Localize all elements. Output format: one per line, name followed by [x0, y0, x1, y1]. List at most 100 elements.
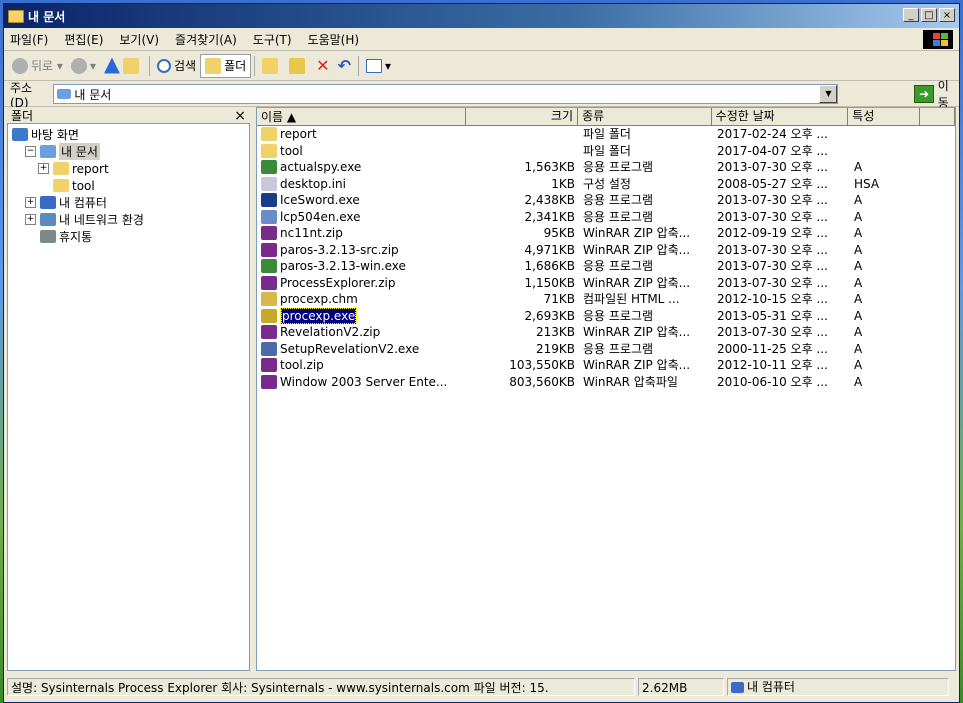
menu-view[interactable]: 보기(V) — [111, 31, 167, 48]
toolbar-separator — [148, 55, 150, 76]
search-button[interactable]: 검색 — [153, 54, 200, 78]
tree-item[interactable]: + 내 컴퓨터 — [12, 194, 144, 211]
tree-item[interactable]: 바탕 화면 — [12, 126, 144, 143]
file-row[interactable]: procexp.exe 2,693KB 응용 프로그램 2013-05-31 오후 .… — [257, 307, 955, 324]
forward-button[interactable]: ▾ — [67, 54, 100, 78]
status-location: 내 컴퓨터 — [727, 678, 949, 696]
file-row[interactable]: ProcessExplorer.zip 1,150KB WinRAR ZIP 압축.… — [257, 275, 955, 292]
file-name-cell[interactable]: procexp.chm — [257, 291, 467, 308]
file-name-cell[interactable]: paros-3.2.13-win.exe — [257, 258, 467, 275]
address-input[interactable]: 내 문서 ▼ — [53, 84, 839, 104]
column-date[interactable]: 수정한 날짜 — [712, 108, 849, 125]
computer-icon — [731, 681, 744, 693]
file-name-cell[interactable]: nc11nt.zip — [257, 225, 467, 242]
move-to-button[interactable] — [258, 54, 285, 78]
go-button[interactable]: ➜ 이동 — [914, 77, 959, 111]
tree-item[interactable]: 휴지통 — [12, 228, 144, 245]
file-row[interactable]: procexp.chm 71KB 컴파일된 HTML ... 2012-10-15 오… — [257, 291, 955, 308]
column-name[interactable]: 이름 ▲ — [257, 108, 467, 125]
folders-button[interactable]: 폴더 — [200, 53, 252, 78]
file-type: 응용 프로그램 — [583, 341, 654, 356]
file-date: 2010-06-10 오후 ... — [717, 374, 828, 389]
file-size: 1,150KB — [524, 275, 575, 290]
tree-item-label: tool — [72, 178, 95, 193]
tree-expander-icon[interactable]: + — [25, 197, 36, 208]
views-button[interactable]: ▾ — [362, 54, 395, 78]
copy-to-button[interactable] — [285, 54, 312, 78]
tree-expander-icon[interactable]: − — [25, 146, 36, 157]
tree-expander-icon[interactable]: + — [25, 214, 36, 225]
menu-edit[interactable]: 편집(E) — [56, 31, 111, 48]
column-size[interactable]: 크기 — [466, 108, 579, 125]
title-bar[interactable]: 내 문서 _ □ × — [4, 4, 959, 28]
go-arrow-icon: ➜ — [914, 85, 934, 103]
status-description: 설명: Sysinternals Process Explorer 회사: Sy… — [7, 678, 635, 696]
folder-icon — [261, 143, 277, 158]
tree-item-label: 휴지통 — [59, 230, 93, 244]
file-attributes: HSA — [854, 176, 880, 191]
address-dropdown-button[interactable]: ▼ — [819, 85, 838, 103]
tree-item[interactable]: + 내 네트워크 환경 — [12, 211, 144, 228]
file-row[interactable]: tool.zip 103,550KB WinRAR ZIP 압축... 2012-10… — [257, 357, 955, 374]
file-row[interactable]: nc11nt.zip 95KB WinRAR ZIP 압축... 2012-09-19… — [257, 225, 955, 242]
minimize-button[interactable]: _ — [903, 8, 919, 22]
file-name: SetupRevelationV2.exe — [280, 341, 420, 356]
file-type: 컴파일된 HTML ... — [583, 292, 680, 306]
file-name-cell[interactable]: tool.zip — [257, 357, 467, 374]
file-row[interactable]: IceSword.exe 2,438KB 응용 프로그램 2013-07-30 오후 … — [257, 192, 955, 209]
file-size: 2,693KB — [524, 308, 575, 323]
file-row[interactable]: lcp504en.exe 2,341KB 응용 프로그램 2013-07-30 오후 … — [257, 209, 955, 226]
tree-item[interactable]: − 내 문서 — [12, 143, 144, 160]
status-size: 2.62MB — [638, 678, 724, 696]
file-row[interactable]: RevelationV2.zip 213KB WinRAR ZIP 압축... 201… — [257, 324, 955, 341]
menu-help[interactable]: 도움말(H) — [300, 31, 368, 48]
file-row[interactable]: paros-3.2.13-win.exe 1,686KB 응용 프로그램 2013-0… — [257, 258, 955, 275]
file-row[interactable]: actualspy.exe 1,563KB 응용 프로그램 2013-07-30 오후… — [257, 159, 955, 176]
tree-item[interactable]: tool — [12, 177, 144, 194]
undo-button[interactable]: ↶ — [334, 54, 355, 78]
file-attributes: A — [854, 358, 863, 372]
folders-icon — [205, 57, 222, 74]
file-row[interactable]: paros-3.2.13-src.zip 4,971KB WinRAR ZIP 압축… — [257, 242, 955, 259]
file-name-cell[interactable]: ProcessExplorer.zip — [257, 275, 467, 292]
file-row[interactable]: tool 파일 폴더 2017-04-07 오후 ... — [257, 143, 955, 160]
delete-button[interactable]: ✕ — [312, 54, 333, 78]
file-row[interactable]: desktop.ini 1KB 구성 설정 2008-05-27 오후 ... HSA — [257, 176, 955, 193]
file-name-cell[interactable]: IceSword.exe — [257, 192, 467, 209]
winrar-icon — [261, 374, 277, 389]
file-row[interactable]: report 파일 폴더 2017-02-24 오후 ... — [257, 126, 955, 143]
menu-file[interactable]: 파일(F) — [4, 31, 56, 48]
tree-item[interactable]: + report — [12, 160, 144, 177]
file-name-cell[interactable]: Window 2003 Server Ente... — [257, 374, 467, 391]
file-attributes: A — [854, 209, 863, 224]
tree-expander-icon[interactable]: + — [38, 163, 49, 174]
column-attributes[interactable]: 특성 — [848, 108, 921, 125]
file-row[interactable]: SetupRevelationV2.exe 219KB 응용 프로그램 2000-11… — [257, 341, 955, 358]
menu-tools[interactable]: 도구(T) — [245, 31, 300, 48]
file-name-cell[interactable]: report — [257, 126, 467, 143]
folder-pane-close-button[interactable]: × — [234, 108, 246, 124]
up-folder-button[interactable] — [100, 54, 146, 78]
file-size — [467, 143, 579, 160]
file-name-cell[interactable]: lcp504en.exe — [257, 209, 467, 226]
tree-item-label: 바탕 화면 — [31, 128, 79, 142]
window-controls: _ □ × — [903, 8, 955, 22]
file-name-cell[interactable]: actualspy.exe — [257, 159, 467, 176]
close-button[interactable]: × — [939, 8, 955, 22]
delete-icon: ✕ — [316, 56, 330, 75]
menu-favorites[interactable]: 즐겨찾기(A) — [167, 31, 245, 48]
file-name-cell[interactable]: RevelationV2.zip — [257, 324, 467, 341]
file-name: RevelationV2.zip — [280, 325, 381, 340]
status-bar: 설명: Sysinternals Process Explorer 회사: Sy… — [7, 676, 957, 698]
file-name-cell[interactable]: paros-3.2.13-src.zip — [257, 242, 467, 259]
file-name-cell[interactable]: SetupRevelationV2.exe — [257, 341, 467, 358]
back-button[interactable]: 뒤로 ▾ — [8, 54, 67, 78]
file-name-cell[interactable]: tool — [257, 143, 467, 160]
winrar-icon — [261, 242, 277, 257]
file-name-cell[interactable]: procexp.exe — [257, 307, 467, 324]
maximize-button[interactable]: □ — [921, 8, 937, 22]
file-name-cell[interactable]: desktop.ini — [257, 176, 467, 193]
column-type[interactable]: 종류 — [578, 108, 712, 125]
file-row[interactable]: Window 2003 Server Ente... 803,560KB WinRA… — [257, 374, 955, 391]
file-date: 2008-05-27 오후 ... — [717, 176, 828, 191]
